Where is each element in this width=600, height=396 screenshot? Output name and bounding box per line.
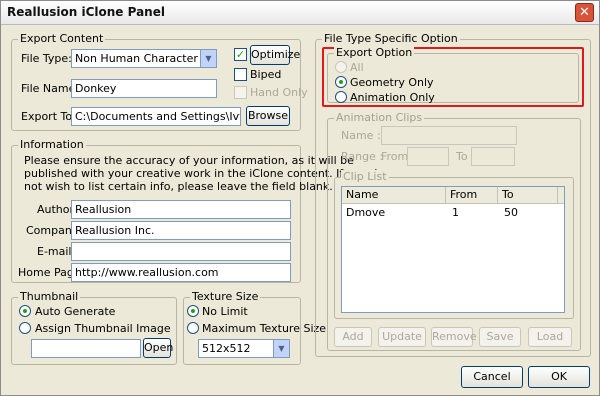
animation-only-radio[interactable]: [335, 91, 347, 103]
clip-to-input[interactable]: [471, 147, 515, 166]
export-all-radio[interactable]: [335, 61, 347, 73]
close-icon: ✕: [579, 5, 590, 20]
max-texture-label: Maximum Texture Size: [202, 322, 327, 335]
chevron-down-icon: ▼: [200, 50, 216, 67]
close-button[interactable]: ✕: [575, 3, 594, 22]
auto-generate-radio[interactable]: [19, 305, 31, 317]
company-input[interactable]: Reallusion Inc.: [71, 221, 291, 240]
clip-row-name: Dmove: [346, 206, 386, 219]
clip-row-to: 50: [504, 206, 518, 219]
cancel-button[interactable]: Cancel: [461, 366, 523, 388]
add-clip-button[interactable]: Add: [334, 327, 372, 347]
file-name-input[interactable]: Donkey: [71, 79, 217, 98]
update-clip-button[interactable]: Update: [378, 327, 426, 347]
window-title: Reallusion iClone Panel: [7, 5, 165, 19]
file-type-specific-legend: File Type Specific Option: [322, 32, 460, 46]
information-legend: Information: [18, 138, 86, 152]
clip-row-from: 1: [452, 206, 459, 219]
remove-clip-button[interactable]: Remove: [431, 327, 477, 347]
clip-name-label: Name :: [341, 129, 381, 142]
column-header-name[interactable]: Name: [342, 187, 446, 203]
author-input[interactable]: Reallusion: [71, 200, 291, 219]
geometry-only-label: Geometry Only: [350, 76, 434, 89]
clip-list-legend: Clip List: [341, 170, 389, 184]
export-all-label: All: [350, 61, 364, 74]
clip-list-header: Name From To: [342, 187, 564, 204]
clip-list-table[interactable]: Name From To Dmove 1 50: [341, 186, 565, 313]
file-type-value: Non Human Character: [75, 52, 198, 65]
optimize-button[interactable]: Optimize: [250, 45, 300, 65]
thumbnail-path-input[interactable]: [31, 339, 141, 358]
email-input[interactable]: [71, 242, 291, 261]
clip-from-input[interactable]: [407, 147, 449, 166]
auto-generate-label: Auto Generate: [35, 305, 116, 318]
texture-size-legend: Texture Size: [190, 290, 261, 304]
animation-only-label: Animation Only: [350, 91, 435, 104]
load-clip-button[interactable]: Load: [528, 327, 572, 347]
no-limit-label: No Limit: [202, 305, 248, 318]
assign-thumbnail-label: Assign Thumbnail Image: [35, 322, 171, 335]
column-header-to[interactable]: To: [498, 187, 558, 203]
biped-label: Biped: [250, 68, 282, 81]
email-label: E-mail: [37, 245, 72, 258]
save-clip-button[interactable]: Save: [479, 327, 521, 347]
author-label: Author: [37, 203, 75, 216]
iclone-panel-window: Reallusion iClone Panel ✕ Export Content…: [0, 0, 600, 396]
clip-to-label: To: [456, 150, 468, 163]
ok-button[interactable]: OK: [528, 366, 590, 388]
browse-button[interactable]: Browse: [246, 106, 290, 126]
export-to-label: Export To:: [21, 110, 76, 123]
export-to-input[interactable]: C:\Documents and Settings\Ivy.BEYOUNG: [71, 107, 241, 126]
homepage-input[interactable]: http://www.reallusion.com: [71, 263, 291, 282]
assign-thumbnail-radio[interactable]: [19, 322, 31, 334]
geometry-only-radio[interactable]: [335, 76, 347, 88]
max-texture-value: 512x512: [202, 342, 251, 355]
animation-clips-legend: Animation Clips: [334, 111, 425, 125]
export-option-legend: Export Option: [334, 46, 415, 60]
hand-only-label: Hand Only: [250, 86, 308, 99]
thumbnail-legend: Thumbnail: [18, 290, 81, 304]
export-content-legend: Export Content: [18, 32, 106, 46]
clip-name-input[interactable]: [381, 126, 517, 145]
column-header-from[interactable]: From: [446, 187, 498, 203]
hand-only-checkbox[interactable]: [234, 86, 247, 99]
max-texture-select[interactable]: 512x512 ▼: [198, 339, 290, 358]
file-type-select[interactable]: Non Human Character ▼: [71, 49, 217, 68]
open-button[interactable]: Open: [143, 338, 173, 358]
biped-checkbox[interactable]: [234, 68, 247, 81]
file-type-label: File Type:: [21, 52, 72, 65]
title-bar[interactable]: Reallusion iClone Panel ✕: [1, 1, 599, 25]
chevron-down-icon: ▼: [273, 340, 289, 357]
no-limit-radio[interactable]: [187, 305, 199, 317]
clip-from-label: From: [381, 150, 409, 163]
clip-range-label: Range :: [341, 150, 384, 163]
optimize-checkbox[interactable]: ✓: [234, 48, 247, 61]
max-texture-radio[interactable]: [187, 322, 199, 334]
